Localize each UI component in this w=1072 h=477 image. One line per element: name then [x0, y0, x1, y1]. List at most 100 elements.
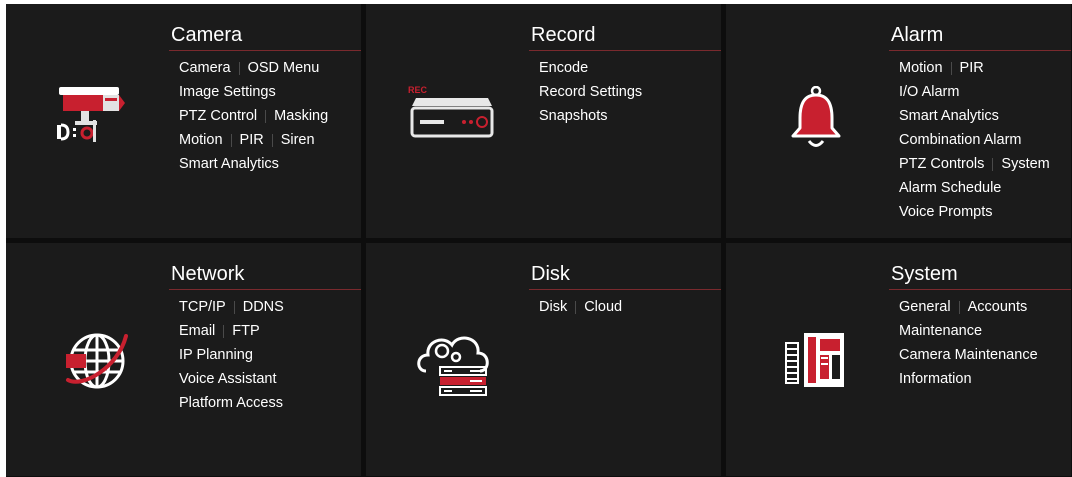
menu-item-camera[interactable]: Camera — [179, 59, 231, 77]
security-camera-icon — [57, 87, 125, 142]
menu-separator — [233, 300, 235, 314]
title-divider — [169, 50, 361, 51]
menu-row: Maintenance — [899, 319, 1038, 343]
menu-row: Alarm Schedule — [899, 176, 1050, 200]
menu-row: Platform Access — [179, 391, 284, 415]
menu-row: Camera Maintenance — [899, 343, 1038, 367]
menu-row: Record Settings — [539, 80, 642, 104]
menu-item-voice-assistant[interactable]: Voice Assistant — [179, 370, 277, 388]
panel-title: Network — [171, 263, 245, 285]
menu-list: TCP/IP DDNS Email FTP IP Planning Voice Assis… — [179, 295, 284, 415]
panel-network: Network TCP/IP DDNS Email FTP IP Planning Voi… — [6, 243, 361, 476]
menu-item-platform-access[interactable]: Platform Access — [179, 394, 283, 412]
menu-row: Voice Prompts — [899, 200, 1050, 224]
menu-row: Camera OSD Menu — [179, 56, 328, 80]
menu-separator — [223, 324, 225, 338]
menu-item-combination-alarm[interactable]: Combination Alarm — [899, 131, 1022, 149]
menu-row: Smart Analytics — [179, 152, 328, 176]
menu-row: Smart Analytics — [899, 104, 1050, 128]
panel-camera: Camera Camera OSD Menu Image Settings PTZ C… — [6, 4, 361, 238]
menu-item-siren[interactable]: Siren — [281, 131, 315, 149]
menu-row: Disk Cloud — [539, 295, 622, 319]
menu-separator — [575, 300, 577, 314]
menu-item-motion[interactable]: Motion — [899, 59, 943, 77]
panel-title: Camera — [171, 24, 243, 46]
menu-row: Encode — [539, 56, 642, 80]
settings-grid: Camera Camera OSD Menu Image Settings PTZ C… — [6, 4, 1072, 477]
panel-record: REC Record Encode Record Settings Snapshot… — [366, 4, 721, 238]
menu-separator — [958, 300, 960, 314]
menu-item-record-settings[interactable]: Record Settings — [539, 83, 642, 101]
menu-item-encode[interactable]: Encode — [539, 59, 588, 77]
menu-row: IP Planning — [179, 343, 284, 367]
title-divider — [889, 50, 1071, 51]
globe-icon — [66, 333, 128, 389]
menu-item-pir[interactable]: PIR — [960, 59, 984, 77]
menu-item-ptz-control[interactable]: PTZ Control — [179, 107, 257, 125]
panel-alarm: Alarm Motion PIR I/O Alarm Smart Analytics C… — [726, 4, 1071, 238]
menu-list: Motion PIR I/O Alarm Smart Analytics Combina… — [899, 56, 1050, 224]
menu-row: PTZ Controls System — [899, 152, 1050, 176]
menu-item-camera-maintenance[interactable]: Camera Maintenance — [899, 346, 1038, 364]
menu-separator — [230, 133, 232, 147]
menu-row: Combination Alarm — [899, 128, 1050, 152]
title-divider — [889, 289, 1071, 290]
menu-item-motion[interactable]: Motion — [179, 131, 223, 149]
menu-item-image-settings[interactable]: Image Settings — [179, 83, 276, 101]
menu-item-tcp-ip[interactable]: TCP/IP — [179, 298, 226, 316]
title-divider — [529, 289, 721, 290]
menu-item-pir[interactable]: PIR — [240, 131, 264, 149]
menu-row: Motion PIR Siren — [179, 128, 328, 152]
menu-item-system[interactable]: System — [1001, 155, 1049, 173]
menu-item-information[interactable]: Information — [899, 370, 972, 388]
menu-list: Disk Cloud — [539, 295, 622, 319]
menu-item-disk[interactable]: Disk — [539, 298, 567, 316]
menu-item-smart-analytics[interactable]: Smart Analytics — [899, 107, 999, 125]
menu-row: Information — [899, 367, 1038, 391]
title-divider — [529, 50, 721, 51]
cloud-storage-icon — [417, 336, 489, 396]
menu-separator — [950, 61, 952, 75]
menu-item-cloud[interactable]: Cloud — [584, 298, 622, 316]
menu-item-email[interactable]: Email — [179, 322, 215, 340]
bell-icon — [791, 86, 841, 147]
menu-row: I/O Alarm — [899, 80, 1050, 104]
menu-item-snapshots[interactable]: Snapshots — [539, 107, 608, 125]
menu-item-ftp[interactable]: FTP — [232, 322, 259, 340]
menu-item-masking[interactable]: Masking — [274, 107, 328, 125]
menu-row: General Accounts — [899, 295, 1038, 319]
menu-item-alarm-schedule[interactable]: Alarm Schedule — [899, 179, 1001, 197]
menu-item-osd-menu[interactable]: OSD Menu — [248, 59, 320, 77]
menu-separator — [238, 61, 240, 75]
panel-title: Alarm — [891, 24, 944, 46]
panel-disk: Disk Disk Cloud — [366, 243, 721, 476]
menu-list: Camera OSD Menu Image Settings PTZ Control M… — [179, 56, 328, 176]
menu-item-maintenance[interactable]: Maintenance — [899, 322, 982, 340]
menu-item-general[interactable]: General — [899, 298, 951, 316]
panel-title: Disk — [531, 263, 570, 285]
menu-item-ip-planning[interactable]: IP Planning — [179, 346, 253, 364]
panel-title: Record — [531, 24, 596, 46]
title-divider — [169, 289, 361, 290]
menu-item-i-o-alarm[interactable]: I/O Alarm — [899, 83, 959, 101]
rec-label: REC — [408, 85, 428, 95]
device-panel-icon — [785, 333, 844, 387]
menu-row: TCP/IP DDNS — [179, 295, 284, 319]
menu-separator — [271, 133, 273, 147]
menu-row: Email FTP — [179, 319, 284, 343]
menu-item-ddns[interactable]: DDNS — [243, 298, 284, 316]
panel-system: System General Accounts Maintenance Camera … — [726, 243, 1071, 476]
recorder-icon: REC — [408, 85, 494, 138]
menu-row: Voice Assistant — [179, 367, 284, 391]
menu-list: Encode Record Settings Snapshots — [539, 56, 642, 128]
menu-row: Snapshots — [539, 104, 642, 128]
menu-separator — [992, 157, 994, 171]
menu-item-ptz-controls[interactable]: PTZ Controls — [899, 155, 984, 173]
menu-row: Motion PIR — [899, 56, 1050, 80]
menu-list: General Accounts Maintenance Camera Mainten… — [899, 295, 1038, 391]
menu-separator — [265, 109, 267, 123]
menu-item-smart-analytics[interactable]: Smart Analytics — [179, 155, 279, 173]
menu-row: PTZ Control Masking — [179, 104, 328, 128]
menu-item-voice-prompts[interactable]: Voice Prompts — [899, 203, 993, 221]
menu-item-accounts[interactable]: Accounts — [968, 298, 1028, 316]
